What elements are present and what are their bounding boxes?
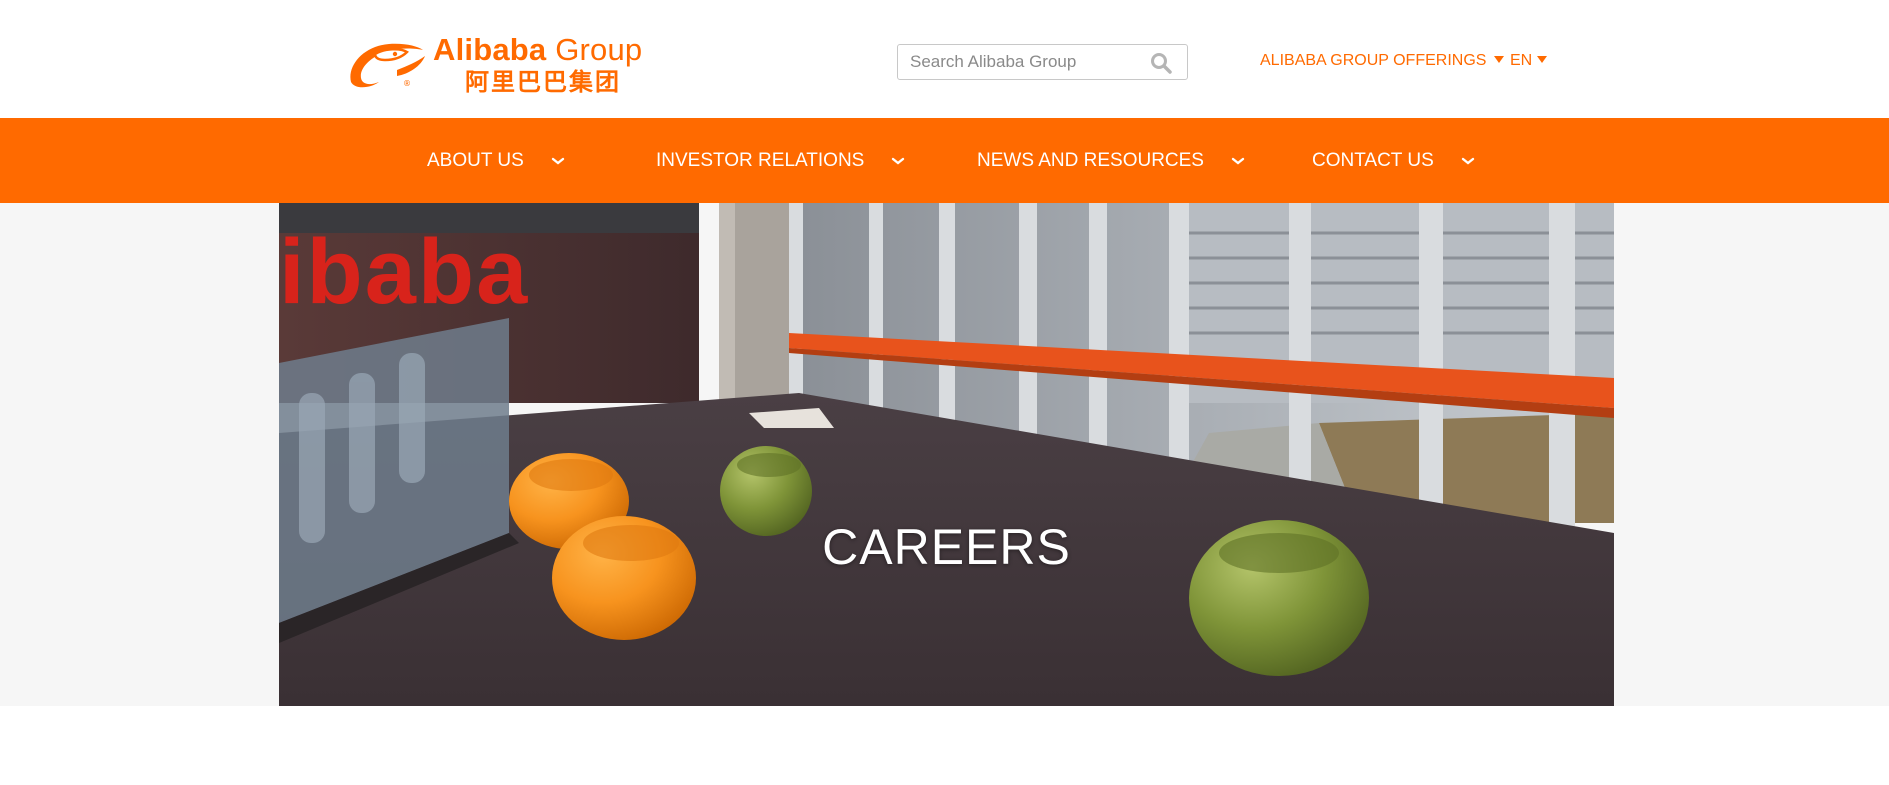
careers-hero-image: ibaba — [279, 203, 1614, 706]
chevron-down-icon — [551, 157, 564, 165]
caret-down-icon — [1537, 55, 1548, 63]
logo-wordmark-chinese: 阿里巴巴集团 — [465, 68, 621, 96]
svg-text:®: ® — [403, 79, 411, 88]
top-header: ® Alibaba Group 阿里巴巴集团 ALIBABA GROUP OFF… — [0, 0, 1889, 118]
language-selector[interactable]: EN — [1510, 52, 1548, 70]
main-nav: ABOUT US INVESTOR RELATIONS NEWS AND RES… — [0, 118, 1889, 203]
logo-wordmark-group: Group — [546, 32, 643, 67]
office-lounge-illustration: ibaba — [279, 203, 1614, 706]
logo-wordmark: Alibaba Group — [433, 32, 642, 68]
chevron-down-icon — [1231, 157, 1245, 165]
chevron-down-icon — [1461, 157, 1474, 165]
nav-item-contact-us[interactable]: CONTACT US — [1312, 118, 1476, 203]
nav-item-about-us[interactable]: ABOUT US — [427, 118, 566, 203]
alibaba-logo-mark-icon: ® — [350, 43, 425, 88]
logo-wordmark-main: Alibaba — [433, 32, 547, 67]
nav-item-label: CONTACT US — [1312, 149, 1434, 171]
nav-item-investor-relations[interactable]: INVESTOR RELATIONS — [656, 118, 906, 203]
caret-down-icon — [1494, 55, 1505, 63]
search-input[interactable] — [898, 45, 1138, 79]
group-offerings-label: ALIBABA GROUP OFFERINGS — [1260, 52, 1487, 69]
nav-item-label: ABOUT US — [427, 149, 524, 171]
language-label: EN — [1510, 52, 1533, 69]
wall-lettering: ibaba — [279, 221, 529, 323]
search-icon[interactable] — [1149, 51, 1173, 75]
search-box — [897, 44, 1188, 80]
group-offerings-dropdown[interactable]: ALIBABA GROUP OFFERINGS — [1260, 52, 1505, 70]
chevron-down-icon — [892, 157, 905, 165]
nav-item-label: INVESTOR RELATIONS — [656, 149, 865, 171]
alibaba-group-logo[interactable]: ® Alibaba Group 阿里巴巴集团 — [345, 32, 655, 96]
nav-item-label: NEWS AND RESOURCES — [977, 149, 1204, 171]
nav-item-news-and-resources[interactable]: NEWS AND RESOURCES — [977, 118, 1246, 203]
hero-title: CAREERS — [822, 519, 1071, 575]
